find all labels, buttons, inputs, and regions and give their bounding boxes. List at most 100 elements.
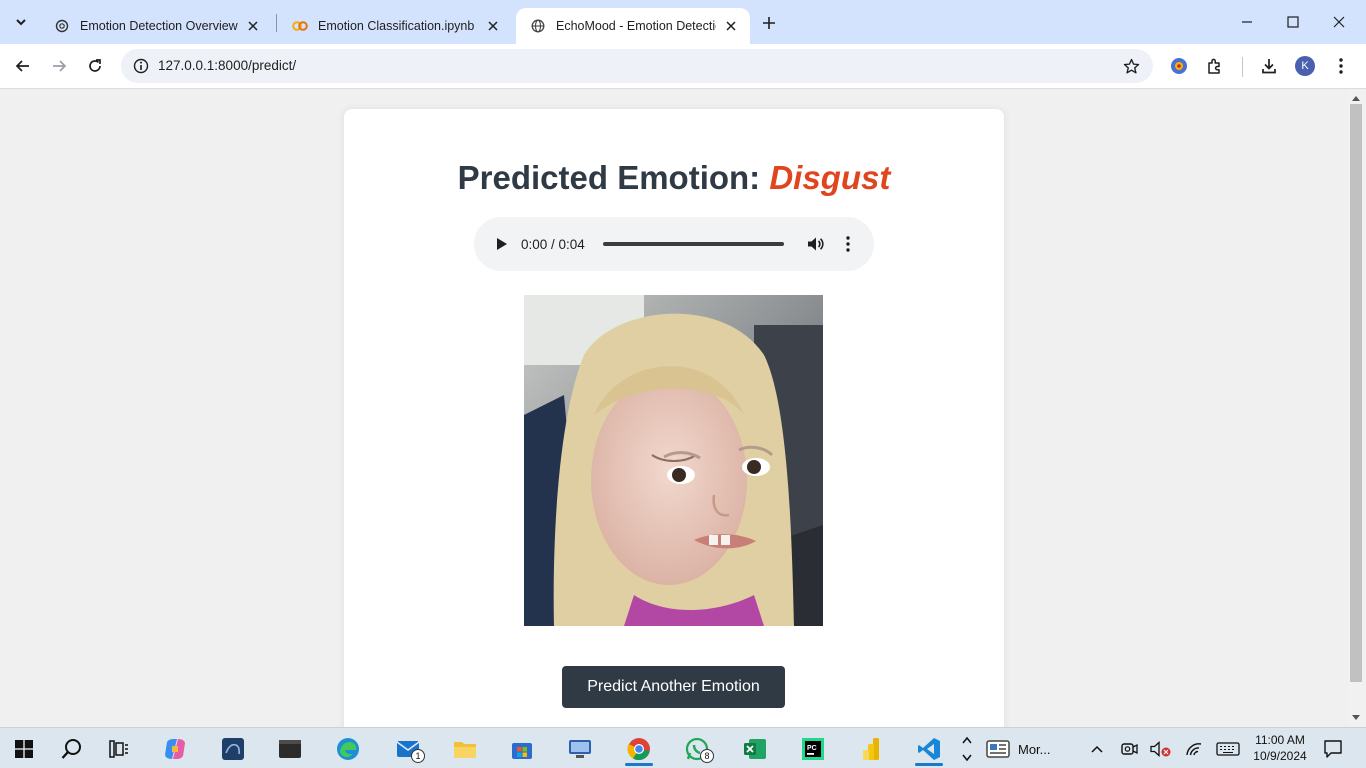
toolbar-divider	[1242, 57, 1243, 77]
predict-another-button[interactable]: Predict Another Emotion	[562, 666, 785, 708]
whatsapp-app[interactable]: 8	[677, 732, 717, 766]
close-tab-icon[interactable]	[244, 17, 262, 35]
close-icon	[1333, 16, 1345, 28]
extension-button[interactable]	[1163, 50, 1195, 82]
browser-tab[interactable]: Emotion Classification.ipynb - C	[278, 8, 512, 44]
reload-button[interactable]	[79, 50, 111, 82]
browser-tab-active[interactable]: EchoMood - Emotion Detection	[516, 8, 750, 44]
minimize-button[interactable]	[1224, 0, 1270, 44]
excel-icon	[744, 739, 766, 759]
arrow-right-icon	[53, 60, 67, 72]
keyboard-tray-button[interactable]	[1216, 737, 1240, 761]
scroll-down-icon[interactable]	[1351, 713, 1361, 723]
more-vertical-icon[interactable]	[836, 232, 860, 256]
chevron-up-down-icon	[962, 736, 972, 762]
pycharm-app[interactable]: PC	[793, 732, 833, 766]
camera-tray-button[interactable]	[1117, 737, 1141, 761]
scroll-up-icon[interactable]	[1351, 93, 1361, 103]
remote-desktop-app[interactable]	[560, 732, 600, 766]
bookmark-star-icon[interactable]	[1119, 54, 1143, 78]
result-card: Predicted Emotion: Disgust 0:00 / 0:04 P…	[344, 109, 1004, 727]
news-widget[interactable]: Mor...	[986, 732, 1076, 766]
openai-icon	[54, 18, 70, 34]
maximize-button[interactable]	[1270, 0, 1316, 44]
emotion-image	[524, 295, 823, 626]
predicted-emotion: Disgust	[769, 159, 891, 196]
chrome-app[interactable]	[619, 732, 659, 766]
colab-icon	[292, 18, 308, 34]
taskbar-search-button[interactable]	[52, 732, 92, 766]
browser-tab[interactable]: Emotion Detection Overview	[40, 8, 272, 44]
system-clock[interactable]: 11:00 AM 10/9/2024	[1250, 732, 1310, 764]
address-bar[interactable]: 127.0.0.1:8000/predict/	[121, 49, 1153, 83]
remote-desktop-icon	[569, 740, 591, 758]
close-tab-icon[interactable]	[484, 17, 502, 35]
power-bi-icon	[863, 738, 879, 760]
close-window-button[interactable]	[1316, 0, 1362, 44]
scrollbar-thumb[interactable]	[1350, 104, 1362, 682]
mail-app[interactable]: 1	[388, 732, 428, 766]
microsoft-store-app[interactable]	[502, 732, 542, 766]
chevron-up-icon	[1091, 745, 1103, 753]
taskbar-overflow-scroll[interactable]	[957, 732, 977, 766]
network-tray-button[interactable]	[1182, 737, 1206, 761]
minimize-icon	[1242, 21, 1252, 23]
browser-menu-button[interactable]	[1325, 50, 1357, 82]
page-scrollbar[interactable]	[1348, 89, 1366, 727]
volume-icon[interactable]	[804, 232, 828, 256]
maximize-icon	[1287, 16, 1299, 28]
play-icon[interactable]	[490, 232, 514, 256]
clock-date: 10/9/2024	[1253, 749, 1307, 763]
chevron-down-icon	[16, 19, 26, 26]
volume-tray-button[interactable]	[1149, 737, 1173, 761]
forward-button[interactable]	[43, 50, 75, 82]
chrome-icon	[627, 738, 650, 761]
vscode-icon	[918, 738, 940, 760]
audio-time: 0:00 / 0:04	[521, 237, 585, 252]
download-icon	[1262, 59, 1276, 74]
camera-icon	[1121, 743, 1138, 755]
site-info-icon[interactable]	[129, 54, 153, 78]
edge-app[interactable]	[328, 732, 368, 766]
news-label: Mor...	[1018, 741, 1051, 757]
news-icon	[986, 740, 1010, 758]
copilot-app[interactable]	[155, 732, 195, 766]
close-tab-icon[interactable]	[722, 17, 740, 35]
reload-icon	[89, 59, 101, 72]
audio-player[interactable]: 0:00 / 0:04	[474, 217, 874, 271]
avatar: K	[1295, 56, 1315, 76]
svg-text:PC: PC	[807, 745, 817, 752]
tab-search-button[interactable]	[8, 9, 34, 35]
show-hidden-icons-button[interactable]	[1085, 737, 1109, 761]
more-vertical-icon	[1339, 58, 1343, 74]
arrow-left-icon	[15, 60, 29, 72]
terminal-app[interactable]	[270, 732, 310, 766]
back-button[interactable]	[7, 50, 39, 82]
keyboard-icon	[1216, 742, 1240, 756]
microsoft-store-icon	[512, 743, 532, 759]
start-button[interactable]	[4, 732, 44, 766]
mysql-workbench-icon	[222, 738, 244, 760]
vscode-app[interactable]	[909, 732, 949, 766]
file-explorer-app[interactable]	[445, 732, 485, 766]
new-tab-button[interactable]	[756, 10, 782, 36]
downloads-button[interactable]	[1253, 50, 1285, 82]
task-view-icon	[109, 740, 128, 758]
task-view-button[interactable]	[99, 732, 139, 766]
profile-button[interactable]: K	[1289, 50, 1321, 82]
notification-icon	[1324, 740, 1342, 758]
mysql-workbench-app[interactable]	[213, 732, 253, 766]
power-bi-app[interactable]	[851, 732, 891, 766]
file-explorer-icon	[454, 742, 476, 758]
tab-title: Emotion Detection Overview	[80, 19, 238, 33]
extension-app-icon	[1171, 58, 1187, 74]
audio-progress-slider[interactable]	[603, 242, 784, 246]
extensions-button[interactable]	[1199, 50, 1231, 82]
excel-app[interactable]	[735, 732, 775, 766]
notification-badge: 1	[411, 749, 425, 763]
page-title: Predicted Emotion: Disgust	[344, 159, 1004, 197]
terminal-icon	[279, 740, 301, 758]
heading-prefix: Predicted Emotion:	[457, 159, 770, 196]
tab-title: EchoMood - Emotion Detection	[556, 19, 716, 33]
notifications-button[interactable]	[1321, 737, 1345, 761]
